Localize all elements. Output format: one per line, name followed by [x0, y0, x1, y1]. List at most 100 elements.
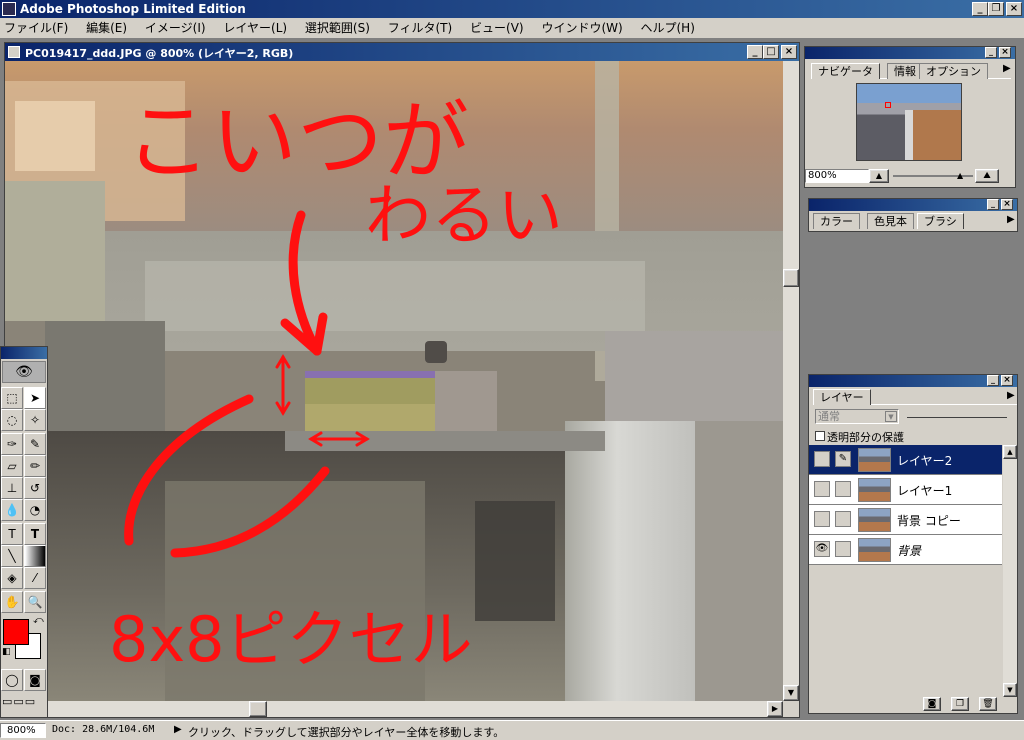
navigator-view-box[interactable]	[885, 102, 891, 108]
zoom-in-icon[interactable]: ⛰	[975, 169, 999, 183]
layer-thumbnail	[858, 508, 891, 532]
menu-view[interactable]: ビュー(V)	[470, 21, 524, 35]
blur-tool-icon[interactable]: 💧	[1, 499, 23, 521]
minimize-icon[interactable]: _	[972, 2, 988, 16]
history-brush-tool-icon[interactable]: ↺	[24, 477, 46, 499]
layer-visibility-toggle[interactable]	[814, 481, 830, 497]
doc-minimize-icon[interactable]: _	[747, 45, 763, 59]
menu-image[interactable]: イメージ(I)	[145, 21, 206, 35]
layer-visibility-toggle[interactable]	[814, 511, 830, 527]
type-mask-tool-icon[interactable]: T	[1, 523, 23, 545]
layer-link-toggle[interactable]	[835, 481, 851, 497]
line-tool-icon[interactable]: ╲	[1, 545, 23, 567]
color-panel-tabs: カラー 色見本 ブラシ ▶	[813, 213, 1017, 229]
type-tool-icon[interactable]: T	[24, 523, 46, 545]
dodge-tool-icon[interactable]: ◔	[24, 499, 46, 521]
status-menu-arrow-icon[interactable]: ▶	[174, 724, 182, 735]
default-colors-icon[interactable]: ◧	[2, 647, 11, 657]
horizontal-scrollbar[interactable]: ▶	[5, 701, 783, 717]
image-canvas[interactable]: こいつが わるい 8x8ピクセル	[5, 61, 783, 701]
color-panel-menu-arrow-icon[interactable]: ▶	[1007, 214, 1015, 225]
status-hint: クリック、ドラッグして選択部分やレイヤー全体を移動します。	[188, 726, 505, 739]
status-zoom-field[interactable]: 800%	[0, 723, 46, 738]
tab-layers[interactable]: レイヤー	[813, 389, 871, 405]
tab-options[interactable]: オプション	[919, 63, 988, 79]
navigator-thumbnail[interactable]	[856, 83, 962, 161]
layers-close-icon[interactable]: ×	[1001, 375, 1013, 386]
layers-scroll-up-icon[interactable]: ▲	[1003, 445, 1017, 459]
layer-row-layer2[interactable]: ✎ レイヤー2	[809, 445, 1002, 475]
magic-wand-tool-icon[interactable]: ✧	[24, 409, 46, 431]
layer-link-toggle[interactable]	[835, 541, 851, 557]
layers-minimize-icon[interactable]: _	[987, 375, 999, 386]
menu-help[interactable]: ヘルプ(H)	[641, 21, 695, 35]
blend-mode-dropdown-icon[interactable]: ▼	[885, 411, 897, 422]
standard-mode-icon[interactable]: ◯	[1, 669, 23, 691]
trash-icon[interactable]: 🗑	[979, 697, 997, 711]
menu-filter[interactable]: フィルタ(T)	[388, 21, 452, 35]
opacity-slider-track[interactable]	[907, 417, 1007, 418]
menu-window[interactable]: ウインドウ(W)	[541, 21, 622, 35]
menu-select[interactable]: 選択範囲(S)	[305, 21, 370, 35]
paint-bucket-tool-icon[interactable]: ◈	[1, 567, 23, 589]
layer-link-toggle[interactable]	[835, 511, 851, 527]
blend-mode-select[interactable]: 通常 ▼	[815, 409, 899, 424]
vertical-scrollbar[interactable]: ▼	[783, 61, 799, 701]
navigator-menu-arrow-icon[interactable]: ▶	[1003, 63, 1011, 74]
gradient-tool-icon[interactable]	[24, 545, 46, 567]
navigator-zoom-field[interactable]: 800%	[805, 169, 869, 183]
move-tool-icon[interactable]: ➤	[24, 387, 46, 409]
layer-row-background-copy[interactable]: 背景 コピー	[809, 505, 1002, 535]
layer-row-background[interactable]: 👁 背景	[809, 535, 1002, 565]
layers-menu-arrow-icon[interactable]: ▶	[1007, 390, 1015, 401]
scroll-right-arrow-icon[interactable]: ▶	[767, 701, 783, 717]
menu-file[interactable]: ファイル(F)	[4, 21, 68, 35]
restore-icon[interactable]: ❐	[988, 2, 1004, 16]
color-panel-title-bar: _ ×	[809, 199, 1017, 211]
zoom-slider[interactable]: ▲	[893, 172, 973, 180]
new-layer-icon[interactable]: ❐	[951, 697, 969, 711]
tab-swatches[interactable]: 色見本	[867, 213, 914, 229]
scroll-thumb-horizontal[interactable]	[249, 701, 267, 717]
paintbrush-tool-icon[interactable]: ✎	[24, 433, 46, 455]
navigator-minimize-icon[interactable]: _	[985, 47, 997, 58]
tab-brushes[interactable]: ブラシ	[917, 213, 964, 229]
annotation-arrow-head-right	[312, 312, 328, 356]
menu-layer[interactable]: レイヤー(L)	[223, 21, 287, 35]
zoom-tool-icon[interactable]: 🔍	[24, 591, 46, 613]
layers-scroll-down-icon[interactable]: ▼	[1003, 683, 1017, 697]
eyedropper-tool-icon[interactable]: ⁄	[24, 567, 46, 589]
scroll-thumb-vertical[interactable]	[783, 269, 799, 287]
stamp-tool-icon[interactable]: ⊥	[1, 477, 23, 499]
lasso-tool-icon[interactable]: ◌	[1, 409, 23, 431]
color-panel-close-icon[interactable]: ×	[1001, 199, 1013, 210]
menu-edit[interactable]: 編集(E)	[86, 21, 127, 35]
hand-tool-icon[interactable]: ✋	[1, 591, 23, 613]
eraser-tool-icon[interactable]: ▱	[1, 455, 23, 477]
tab-navigator[interactable]: ナビゲータ	[811, 63, 880, 79]
layer-row-layer1[interactable]: レイヤー1	[809, 475, 1002, 505]
swap-colors-icon[interactable]: ⤺	[33, 615, 44, 626]
airbrush-tool-icon[interactable]: ✑	[1, 433, 23, 455]
layer-visibility-toggle[interactable]	[814, 451, 830, 467]
doc-close-icon[interactable]: ×	[781, 45, 797, 59]
zoom-out-icon[interactable]: ▲	[869, 169, 889, 183]
tab-info[interactable]: 情報	[887, 63, 923, 79]
layer-brush-icon[interactable]: ✎	[835, 451, 851, 467]
foreground-color-swatch[interactable]	[3, 619, 29, 645]
eye-icon[interactable]: 👁	[814, 541, 830, 557]
color-panel-minimize-icon[interactable]: _	[987, 199, 999, 210]
close-icon[interactable]: ×	[1006, 2, 1022, 16]
pencil-tool-icon[interactable]: ✏	[24, 455, 46, 477]
screen-mode-icons[interactable]: ▭▭▭	[2, 695, 36, 708]
navigator-close-icon[interactable]: ×	[999, 47, 1011, 58]
zoom-slider-thumb[interactable]: ▲	[957, 172, 963, 180]
layer-mask-icon[interactable]: ◙	[923, 697, 941, 711]
tab-color[interactable]: カラー	[813, 213, 860, 229]
preserve-transparency-checkbox[interactable]	[815, 431, 825, 441]
quick-mask-mode-icon[interactable]: ◙	[24, 669, 46, 691]
doc-maximize-icon[interactable]: □	[763, 45, 779, 59]
layers-scrollbar[interactable]: ▲ ▼	[1003, 445, 1017, 697]
scroll-down-arrow-icon[interactable]: ▼	[783, 685, 799, 701]
marquee-tool-icon[interactable]: ⬚	[1, 387, 23, 409]
